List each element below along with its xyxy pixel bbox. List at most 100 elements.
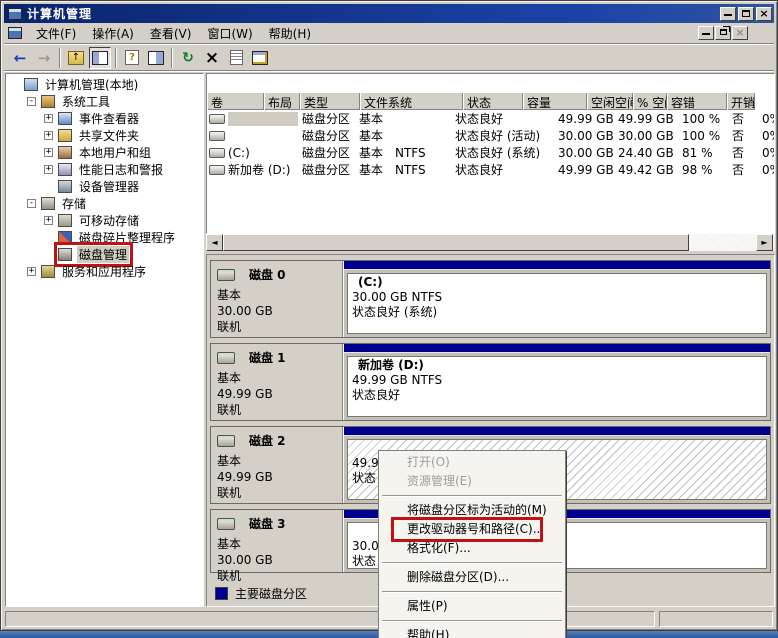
tree-item[interactable]: 设备管理器 — [6, 178, 203, 195]
tree-item-content: 可移动存储 — [58, 212, 141, 229]
tree-item-content: 本地用户和组 — [58, 144, 153, 161]
console-window-icon[interactable] — [249, 47, 271, 69]
tree-expander[interactable]: - — [27, 199, 36, 208]
context-menu-item[interactable]: 资源管理(E) — [380, 472, 564, 491]
tree-item-content: 计算机管理(本地) — [24, 76, 140, 93]
cell-layout: 磁盘分区 — [298, 161, 355, 178]
tree-expander[interactable]: + — [44, 148, 53, 157]
table-row[interactable]: 磁盘分区 基本 状态良好 (活动) 30.00 GB 30.00 GB 100 … — [207, 127, 774, 144]
disk-row[interactable]: 磁盘 1 基本 49.99 GB 联机 新加卷 (D:) 49.99 GB NT… — [210, 343, 771, 421]
mdi-close-button[interactable]: × — [732, 26, 748, 40]
context-menu-item[interactable]: 帮助(H) — [380, 626, 564, 638]
scroll-right-button[interactable]: ► — [756, 234, 773, 251]
close-button[interactable]: × — [756, 7, 772, 21]
tree-expander[interactable]: - — [27, 97, 36, 106]
tree-item-content: 共享文件夹 — [58, 127, 141, 144]
column-header[interactable]: 类型 — [300, 92, 360, 110]
tree-expander[interactable]: + — [44, 114, 53, 123]
column-header[interactable]: 卷 — [207, 92, 264, 110]
maximize-button[interactable] — [738, 7, 754, 21]
tree-expander[interactable]: + — [44, 131, 53, 140]
detail-pane-icon[interactable] — [145, 47, 167, 69]
context-menu-item[interactable] — [382, 562, 562, 564]
tree-expander[interactable]: + — [44, 165, 53, 174]
properties-icon[interactable] — [225, 47, 247, 69]
console-tree-toggle-icon[interactable] — [89, 47, 111, 69]
help-icon[interactable] — [121, 47, 143, 69]
partition-info: 49.99 GB NTFS — [348, 373, 766, 388]
column-header[interactable]: 容错 — [667, 92, 727, 110]
back-icon[interactable] — [9, 47, 31, 69]
up-level-icon[interactable] — [65, 47, 87, 69]
table-row[interactable]: (C:) 磁盘分区 基本 NTFS 状态良好 (系统) 30.00 GB 24.… — [207, 144, 774, 161]
delete-icon[interactable] — [201, 47, 223, 69]
scroll-thumb[interactable] — [223, 234, 689, 251]
disk-size: 30.00 GB — [217, 552, 342, 568]
tree-item[interactable]: + 性能日志和警报 — [6, 161, 203, 178]
partition[interactable]: 新加卷 (D:) 49.99 GB NTFS 状态良好 — [343, 344, 770, 420]
tree-expander[interactable]: + — [27, 267, 36, 276]
toolbar-button[interactable] — [59, 48, 61, 68]
cell-fault-tolerance: 否 — [724, 161, 758, 178]
context-menu-item[interactable]: 打开(O) — [380, 453, 564, 472]
column-header[interactable]: 文件系统 — [360, 92, 463, 110]
tree-item[interactable]: - 存储 — [6, 195, 203, 212]
disk-info-panel[interactable]: 磁盘 3 基本 30.00 GB 联机 — [211, 510, 343, 572]
partition-type-strip — [344, 427, 770, 436]
tree-item[interactable]: + 共享文件夹 — [6, 127, 203, 144]
forward-icon[interactable] — [33, 47, 55, 69]
menu-item[interactable]: 操作(A) — [84, 23, 142, 44]
partition[interactable]: (C:) 30.00 GB NTFS 状态良好 (系统) — [343, 261, 770, 337]
mdi-minimize-button[interactable] — [698, 26, 714, 40]
tree-item[interactable]: - 系统工具 — [6, 93, 203, 110]
partition-body[interactable]: (C:) 30.00 GB NTFS 状态良好 (系统) — [347, 273, 767, 334]
context-menu-item[interactable]: 更改驱动器号和路径(C)... — [380, 520, 564, 539]
context-menu-item[interactable] — [382, 620, 562, 622]
window-controls: × — [720, 7, 772, 21]
column-header[interactable]: 开销 — [727, 92, 755, 110]
minimize-button[interactable] — [720, 7, 736, 21]
disk-info-panel[interactable]: 磁盘 1 基本 49.99 GB 联机 — [211, 344, 343, 420]
tree-item[interactable]: 磁盘管理 — [6, 246, 203, 263]
disk-status: 联机 — [217, 319, 342, 335]
partition-body[interactable]: 新加卷 (D:) 49.99 GB NTFS 状态良好 — [347, 356, 767, 417]
column-header[interactable]: 状态 — [463, 92, 523, 110]
column-header[interactable]: % 空闲 — [633, 92, 667, 110]
menu-item[interactable]: 文件(F) — [28, 23, 84, 44]
column-header[interactable]: 空闲空间 — [587, 92, 633, 110]
mdi-close-icon: × — [735, 26, 744, 39]
disk-info-panel[interactable]: 磁盘 2 基本 49.99 GB 联机 — [211, 427, 343, 503]
disk-row[interactable]: 磁盘 0 基本 30.00 GB 联机 (C:) 30.00 GB NTFS 状… — [210, 260, 771, 338]
tree-item-label: 磁盘碎片整理程序 — [77, 229, 177, 246]
tree-item-label: 计算机管理(本地) — [43, 76, 140, 93]
disk-name: 磁盘 1 — [249, 349, 286, 366]
tree-item[interactable]: 计算机管理(本地) — [6, 76, 203, 93]
toolbar-button[interactable] — [115, 48, 117, 68]
column-header[interactable]: 容量 — [523, 92, 587, 110]
scroll-left-button[interactable]: ◄ — [206, 234, 223, 251]
menu-item[interactable]: 帮助(H) — [261, 23, 319, 44]
mdi-restore-button[interactable] — [715, 26, 731, 40]
menu-item[interactable]: 窗口(W) — [199, 23, 260, 44]
tree-item[interactable]: + 本地用户和组 — [6, 144, 203, 161]
tree-expander[interactable]: + — [44, 216, 53, 225]
context-menu-item[interactable]: 格式化(F)... — [380, 539, 564, 558]
table-row[interactable]: 磁盘分区 基本 状态良好 49.99 GB 49.99 GB 100 % 否 0… — [207, 110, 774, 127]
tree-item[interactable]: + 服务和应用程序 — [6, 263, 203, 280]
context-menu-item[interactable]: 删除磁盘分区(D)... — [380, 568, 564, 587]
column-header[interactable]: 布局 — [264, 92, 300, 110]
titlebar[interactable]: 计算机管理 × — [4, 4, 774, 23]
disk-info-panel[interactable]: 磁盘 0 基本 30.00 GB 联机 — [211, 261, 343, 337]
refresh-icon[interactable] — [177, 47, 199, 69]
table-row[interactable]: 新加卷 (D:) 磁盘分区 基本 NTFS 状态良好 49.99 GB 49.4… — [207, 161, 774, 178]
context-menu-item[interactable]: 将磁盘分区标为活动的(M) — [380, 501, 564, 520]
tree-item[interactable]: + 可移动存储 — [6, 212, 203, 229]
horizontal-scrollbar[interactable]: ◄ ► — [206, 234, 775, 251]
menu-item[interactable]: 查看(V) — [142, 23, 200, 44]
tree-item[interactable]: 磁盘碎片整理程序 — [6, 229, 203, 246]
tree-item[interactable]: + 事件查看器 — [6, 110, 203, 127]
context-menu-item[interactable] — [382, 495, 562, 497]
context-menu-item[interactable]: 属性(P) — [380, 597, 564, 616]
context-menu-item[interactable] — [382, 591, 562, 593]
toolbar-button[interactable] — [171, 48, 173, 68]
